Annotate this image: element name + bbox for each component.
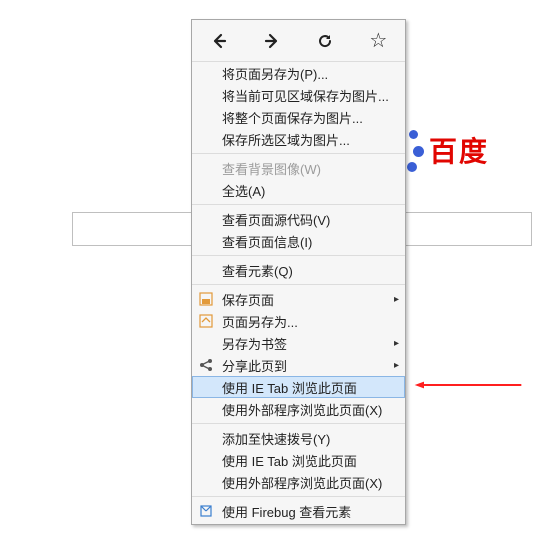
label: 使用 IE Tab 浏览此页面	[222, 451, 357, 470]
menu-use-ie-tab[interactable]: 使用 IE Tab 浏览此页面	[192, 376, 405, 398]
label: 保存所选区域为图片...	[222, 130, 350, 149]
label: 查看页面信息(I)	[222, 232, 312, 251]
label: 另存为书签	[222, 334, 287, 353]
context-menu: 将页面另存为(P)... 将当前可见区域保存为图片... 将整个页面保存为图片.…	[191, 19, 406, 525]
label: 保存页面	[222, 290, 274, 309]
menu-add-speed-dial[interactable]: 添加至快速拨号(Y)	[192, 427, 405, 449]
menu-save-page-as[interactable]: 将页面另存为(P)...	[192, 62, 405, 84]
menu-save-visible-as-image[interactable]: 将当前可见区域保存为图片...	[192, 84, 405, 106]
back-button[interactable]	[192, 20, 245, 61]
menu-use-external[interactable]: 使用外部程序浏览此页面(X)	[192, 398, 405, 420]
separator	[192, 423, 405, 424]
submenu-arrow-icon: ▸	[394, 294, 399, 305]
firebug-icon	[198, 503, 214, 519]
menu-save-page[interactable]: 保存页面 ▸	[192, 288, 405, 310]
label: 分享此页到	[222, 356, 287, 375]
forward-button[interactable]	[245, 20, 298, 61]
label: 将页面另存为(P)...	[222, 64, 328, 83]
annotation-arrow-icon	[388, 381, 548, 389]
submenu-arrow-icon: ▸	[394, 338, 399, 349]
bookmark-button[interactable]	[352, 20, 405, 61]
arrow-left-icon	[210, 32, 228, 50]
label: 使用外部程序浏览此页面(X)	[222, 400, 382, 419]
label: 将当前可见区域保存为图片...	[222, 86, 389, 105]
menu-view-bg-image: 查看背景图像(W)	[192, 157, 405, 179]
menu-use-ie-tab-2[interactable]: 使用 IE Tab 浏览此页面	[192, 449, 405, 471]
menu-inspect-element[interactable]: 查看元素(Q)	[192, 259, 405, 281]
label: 添加至快速拨号(Y)	[222, 429, 330, 448]
separator	[192, 255, 405, 256]
label: 查看元素(Q)	[222, 261, 293, 280]
separator	[192, 204, 405, 205]
label: 查看背景图像(W)	[222, 159, 321, 178]
separator	[192, 496, 405, 497]
menu-page-save-as[interactable]: 页面另存为...	[192, 310, 405, 332]
label: 使用 IE Tab 浏览此页面	[222, 378, 357, 397]
nav-icon-row	[192, 20, 405, 62]
baidu-logo: 百度	[407, 128, 489, 172]
label: 全选(A)	[222, 181, 265, 200]
logo-text: 百度	[429, 130, 489, 170]
menu-save-whole-as-image[interactable]: 将整个页面保存为图片...	[192, 106, 405, 128]
menu-view-page-info[interactable]: 查看页面信息(I)	[192, 230, 405, 252]
save-as-icon	[198, 313, 214, 329]
paw-icon	[407, 128, 425, 172]
menu-use-firebug[interactable]: 使用 Firebug 查看元素	[192, 500, 405, 522]
menu-save-selection-as-image[interactable]: 保存所选区域为图片...	[192, 128, 405, 150]
separator	[192, 153, 405, 154]
label: 将整个页面保存为图片...	[222, 108, 363, 127]
label: 使用 Firebug 查看元素	[222, 502, 351, 521]
share-icon	[198, 357, 214, 373]
star-icon	[369, 31, 387, 51]
menu-view-source[interactable]: 查看页面源代码(V)	[192, 208, 405, 230]
label: 查看页面源代码(V)	[222, 210, 330, 229]
reload-button[interactable]	[299, 20, 352, 61]
reload-icon	[316, 32, 334, 50]
arrow-right-icon	[263, 32, 281, 50]
save-icon	[198, 291, 214, 307]
submenu-arrow-icon: ▸	[394, 360, 399, 371]
separator	[192, 284, 405, 285]
menu-select-all[interactable]: 全选(A)	[192, 179, 405, 201]
menu-use-external-2[interactable]: 使用外部程序浏览此页面(X)	[192, 471, 405, 493]
label: 页面另存为...	[222, 312, 298, 331]
menu-save-as-bookmark[interactable]: 另存为书签 ▸	[192, 332, 405, 354]
menu-share-to[interactable]: 分享此页到 ▸	[192, 354, 405, 376]
label: 使用外部程序浏览此页面(X)	[222, 473, 382, 492]
